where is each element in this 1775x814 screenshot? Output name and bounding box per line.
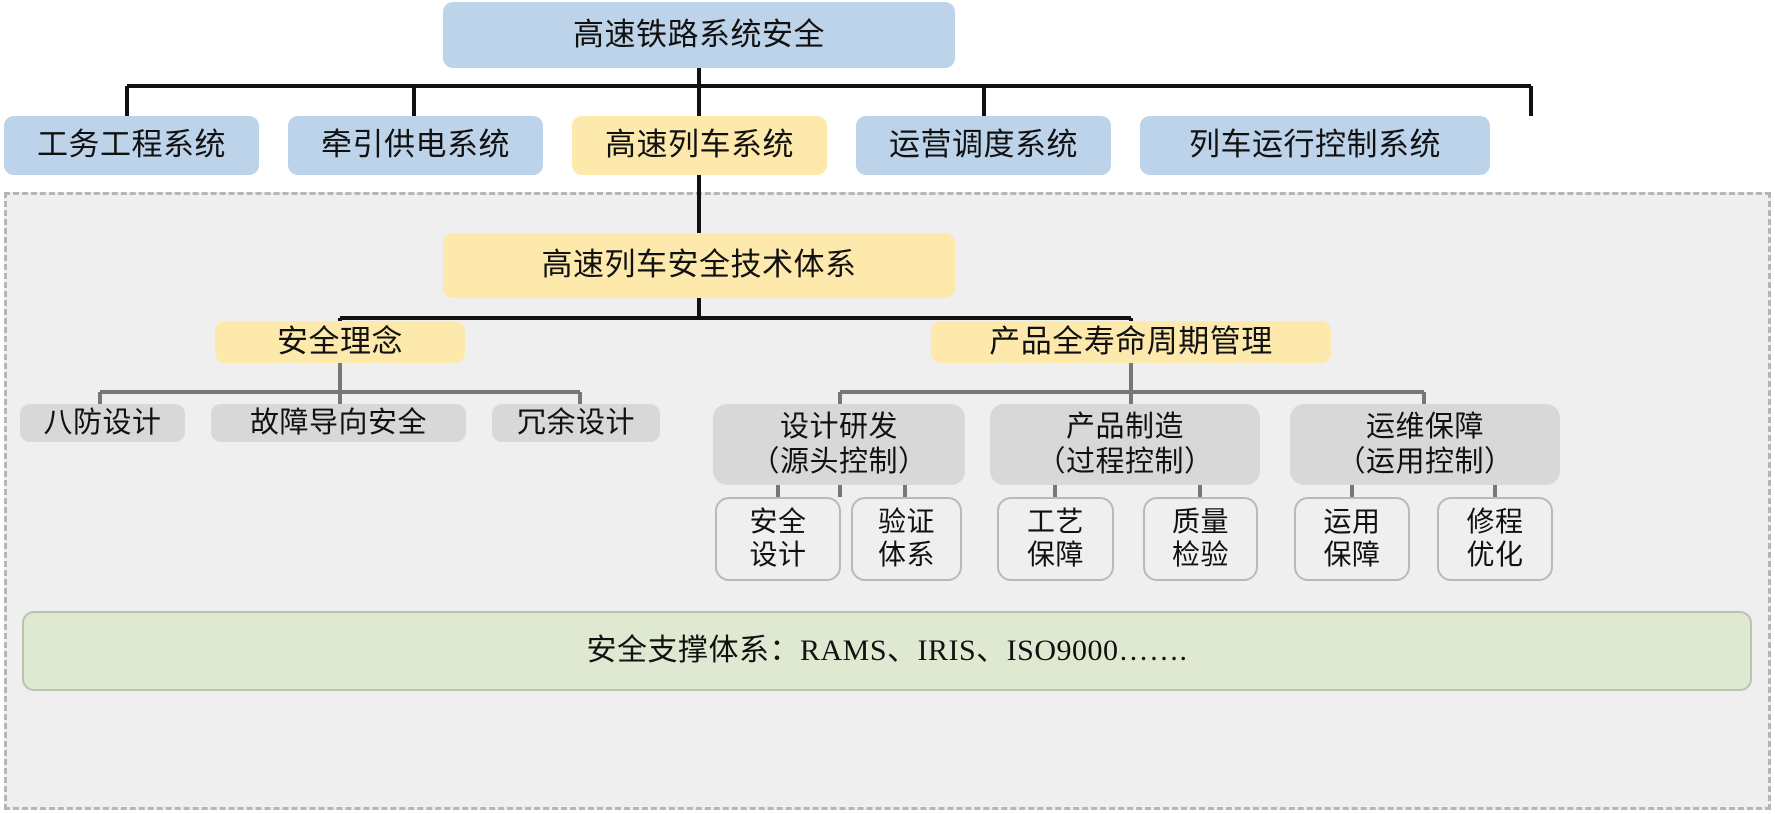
node-label-line1: 安全 — [749, 506, 807, 538]
node-label: 牵引供电系统 — [321, 127, 510, 163]
node-label: 安全支撑体系：RAMS、IRIS、ISO9000……. — [586, 634, 1188, 668]
node-label: 产品全寿命周期管理 — [989, 323, 1273, 359]
node-label: 安全理念 — [277, 323, 403, 359]
node-leaf-verification-system[interactable]: 验证 体系 — [851, 497, 962, 581]
node-label: 冗余设计 — [516, 406, 635, 439]
node-root-high-speed-rail-system-safety[interactable]: 高速铁路系统安全 — [443, 2, 955, 68]
node-safety-support-system-band[interactable]: 安全支撑体系：RAMS、IRIS、ISO9000……. — [22, 611, 1752, 691]
node-group-product-manufacturing[interactable]: 产品制造 （过程控制） — [990, 404, 1260, 485]
node-leaf-process-assurance[interactable]: 工艺 保障 — [997, 497, 1114, 581]
node-label-line2: 体系 — [877, 540, 935, 571]
node-group-design-rnd[interactable]: 设计研发 （源头控制） — [713, 404, 965, 485]
node-label-line1: 工艺 — [1026, 506, 1084, 538]
node-group-operation-maintenance[interactable]: 运维保障 （运用控制） — [1290, 404, 1560, 485]
node-label-line2: 保障 — [1026, 540, 1084, 571]
node-label-line1: 运维保障 — [1365, 411, 1484, 444]
node-leaf-operation-assurance[interactable]: 运用 保障 — [1294, 497, 1410, 581]
node-label-line1: 修程 — [1466, 506, 1524, 538]
node-label-line1: 运用 — [1323, 506, 1381, 538]
node-system-traction-power[interactable]: 牵引供电系统 — [288, 116, 543, 175]
node-system-high-speed-train[interactable]: 高速列车系统 — [572, 116, 827, 175]
node-leaf-maintenance-optimization[interactable]: 修程 优化 — [1437, 497, 1553, 581]
node-system-train-control[interactable]: 列车运行控制系统 — [1140, 116, 1490, 175]
diagram-canvas: 高速铁路系统安全 工务工程系统 牵引供电系统 高速列车系统 运营调度系统 列车运… — [0, 0, 1775, 814]
node-label: 八防设计 — [43, 406, 162, 439]
node-redundancy-design[interactable]: 冗余设计 — [492, 404, 660, 442]
node-system-civil-engineering[interactable]: 工务工程系统 — [4, 116, 259, 175]
node-label-line2: 优化 — [1466, 540, 1524, 571]
node-label: 工务工程系统 — [37, 127, 226, 163]
node-label: 列车运行控制系统 — [1189, 127, 1441, 163]
node-label-line1: 验证 — [877, 506, 935, 538]
node-label: 高速铁路系统安全 — [573, 16, 825, 52]
node-label-line1: 产品制造 — [1065, 411, 1184, 444]
node-label: 高速列车安全技术体系 — [541, 247, 857, 283]
node-branch-safety-concept[interactable]: 安全理念 — [215, 321, 465, 363]
node-safety-technology-framework[interactable]: 高速列车安全技术体系 — [443, 233, 955, 298]
node-label: 高速列车系统 — [605, 127, 794, 163]
node-label: 故障导向安全 — [249, 406, 427, 439]
node-label-line2: （过程控制） — [1036, 445, 1214, 478]
node-label: 运营调度系统 — [889, 127, 1078, 163]
node-fail-safe-design[interactable]: 故障导向安全 — [211, 404, 466, 442]
node-label-line2: （源头控制） — [750, 445, 928, 478]
node-label-line1: 设计研发 — [779, 411, 898, 444]
node-branch-product-lifecycle-management[interactable]: 产品全寿命周期管理 — [931, 321, 1331, 363]
node-label-line2: 检验 — [1171, 540, 1229, 571]
node-label-line2: （运用控制） — [1336, 445, 1514, 478]
node-leaf-quality-inspection[interactable]: 质量 检验 — [1143, 497, 1258, 581]
node-system-operation-dispatch[interactable]: 运营调度系统 — [856, 116, 1111, 175]
node-eight-prevention-design[interactable]: 八防设计 — [20, 404, 185, 442]
node-label-line2: 保障 — [1323, 540, 1381, 571]
node-leaf-safety-design[interactable]: 安全 设计 — [715, 497, 841, 581]
node-label-line1: 质量 — [1171, 506, 1229, 538]
node-label-line2: 设计 — [749, 540, 807, 571]
